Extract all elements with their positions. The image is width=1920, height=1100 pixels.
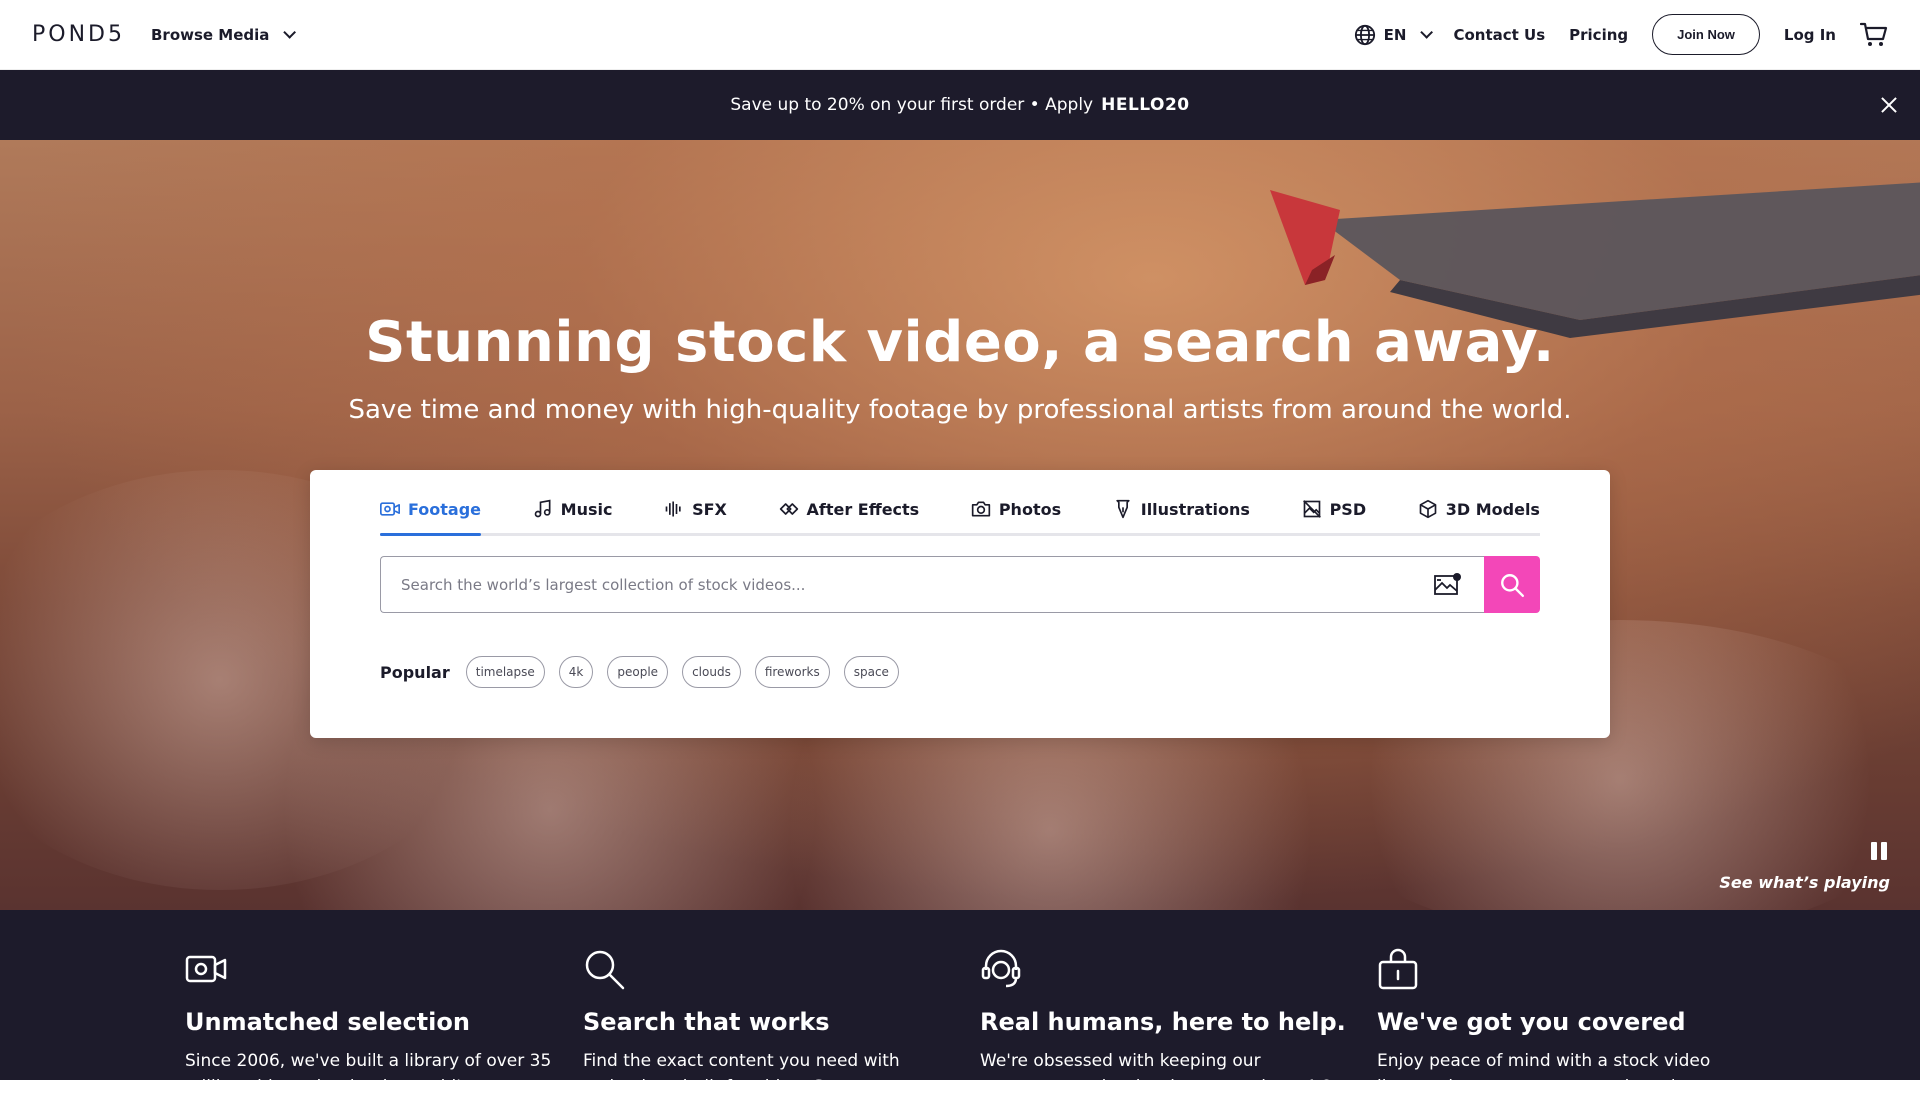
log-in-link[interactable]: Log In bbox=[1784, 26, 1836, 44]
lock-icon bbox=[1378, 948, 1418, 990]
after-effects-icon bbox=[779, 503, 798, 515]
pen-nib-icon bbox=[1116, 499, 1130, 519]
headset-icon bbox=[981, 949, 1021, 988]
language-selector[interactable]: EN bbox=[1354, 24, 1434, 46]
tab-label: Footage bbox=[408, 499, 482, 519]
popular-tag[interactable]: fireworks bbox=[754, 656, 830, 688]
tab-music[interactable]: Music bbox=[533, 499, 613, 533]
promo-banner: Save up to 20% on your first order • App… bbox=[0, 70, 1920, 140]
feature-real-humans: Real humans, here to help. We're obsesse… bbox=[980, 948, 1350, 1100]
feature-title: Unmatched selection bbox=[185, 1008, 470, 1036]
tab-footage[interactable]: Footage bbox=[380, 499, 482, 536]
contact-us-link[interactable]: Contact Us bbox=[1453, 26, 1545, 44]
video-camera-icon bbox=[185, 955, 227, 983]
join-now-button[interactable]: Join Now bbox=[1652, 14, 1760, 55]
popular-tag[interactable]: space bbox=[843, 656, 899, 688]
tab-label: PSD bbox=[1329, 499, 1367, 519]
top-navigation-bar: POND5 Browse Media EN Contact Us Pricing… bbox=[0, 0, 1920, 70]
globe-icon bbox=[1354, 24, 1375, 45]
hero-title: Stunning stock video, a search away. bbox=[365, 310, 1555, 375]
shopping-cart-icon[interactable] bbox=[1860, 22, 1888, 48]
popular-tag[interactable]: clouds bbox=[682, 656, 741, 688]
tab-sfx[interactable]: SFX bbox=[664, 499, 727, 533]
tab-psd[interactable]: PSD bbox=[1302, 499, 1367, 533]
tab-label: Music bbox=[560, 499, 613, 519]
feature-title: Real humans, here to help. bbox=[980, 1008, 1346, 1036]
popular-label: Popular bbox=[380, 662, 450, 682]
tab-illustrations[interactable]: Illustrations bbox=[1113, 499, 1250, 533]
close-icon[interactable] bbox=[1878, 94, 1900, 116]
feature-unmatched-selection: Unmatched selection Since 2006, we've bu… bbox=[185, 948, 555, 1100]
video-camera-icon bbox=[380, 502, 400, 516]
search-icon bbox=[1501, 573, 1525, 597]
magnifier-icon bbox=[585, 950, 625, 990]
pause-video-button[interactable] bbox=[1868, 840, 1890, 862]
promo-text: Save up to 20% on your first order • App… bbox=[730, 95, 1094, 115]
popular-tag[interactable]: people bbox=[607, 656, 669, 688]
feature-title: Search that works bbox=[583, 1008, 830, 1036]
browse-media-dropdown[interactable]: Browse Media bbox=[150, 25, 297, 44]
media-type-tabs: Footage Music SFX After Effects Photos I… bbox=[380, 470, 1540, 536]
header-left-group: POND5 Browse Media bbox=[32, 22, 297, 47]
camera-icon bbox=[971, 501, 990, 517]
music-note-icon bbox=[534, 499, 551, 518]
psd-icon bbox=[1302, 500, 1321, 518]
feature-title: We've got you covered bbox=[1377, 1008, 1686, 1036]
tab-label: SFX bbox=[692, 499, 727, 519]
chevron-down-icon bbox=[1420, 26, 1434, 39]
popular-tag[interactable]: timelapse bbox=[465, 656, 545, 688]
chevron-down-icon bbox=[283, 26, 297, 39]
search-button[interactable] bbox=[1484, 556, 1540, 613]
see-whats-playing-link[interactable]: See what’s playing bbox=[1719, 873, 1890, 892]
feature-covered: We've got you covered Enjoy peace of min… bbox=[1377, 948, 1747, 1100]
pond5-logo[interactable]: POND5 bbox=[32, 22, 125, 47]
features-section: Unmatched selection Since 2006, we've bu… bbox=[0, 910, 1920, 1097]
popular-tag[interactable]: 4k bbox=[558, 656, 594, 688]
pricing-link[interactable]: Pricing bbox=[1569, 26, 1628, 44]
feature-text: Find the exact content you need with tec… bbox=[583, 1051, 922, 1097]
language-label: EN bbox=[1383, 25, 1407, 44]
promo-code: HELLO20 bbox=[1101, 95, 1190, 115]
sound-wave-icon bbox=[665, 501, 681, 517]
header-right-group: EN Contact Us Pricing Join Now Log In bbox=[1354, 14, 1888, 55]
tab-label: 3D Models bbox=[1445, 499, 1540, 519]
tab-3d-models[interactable]: 3D Models bbox=[1418, 499, 1540, 533]
popular-searches: Popular timelapse 4k people clouds firew… bbox=[380, 656, 899, 688]
image-search-icon[interactable] bbox=[1434, 572, 1462, 596]
tab-label: Illustrations bbox=[1140, 499, 1250, 519]
hero-section: Stunning stock video, a search away. Sav… bbox=[0, 140, 1920, 910]
feature-text: Enjoy peace of mind with a stock video l… bbox=[1377, 1051, 1711, 1097]
search-input[interactable] bbox=[380, 556, 1484, 613]
hero-subtitle: Save time and money with high-quality fo… bbox=[348, 395, 1572, 425]
feature-text: Since 2006, we've built a library of ove… bbox=[185, 1051, 552, 1097]
pause-icon-bar bbox=[1881, 842, 1887, 860]
tab-photos[interactable]: Photos bbox=[971, 499, 1061, 533]
search-bar bbox=[380, 556, 1540, 613]
cube-icon bbox=[1419, 499, 1437, 519]
search-card: Footage Music SFX After Effects Photos I… bbox=[310, 470, 1610, 738]
feature-text: We're obsessed with keeping our customer… bbox=[980, 1051, 1332, 1097]
feature-search-that-works: Search that works Find the exact content… bbox=[583, 948, 953, 1100]
tab-after-effects[interactable]: After Effects bbox=[779, 499, 920, 533]
tab-label: After Effects bbox=[806, 499, 920, 519]
pause-icon-bar bbox=[1871, 842, 1877, 860]
tab-label: Photos bbox=[998, 499, 1062, 519]
browse-media-label: Browse Media bbox=[150, 25, 270, 44]
